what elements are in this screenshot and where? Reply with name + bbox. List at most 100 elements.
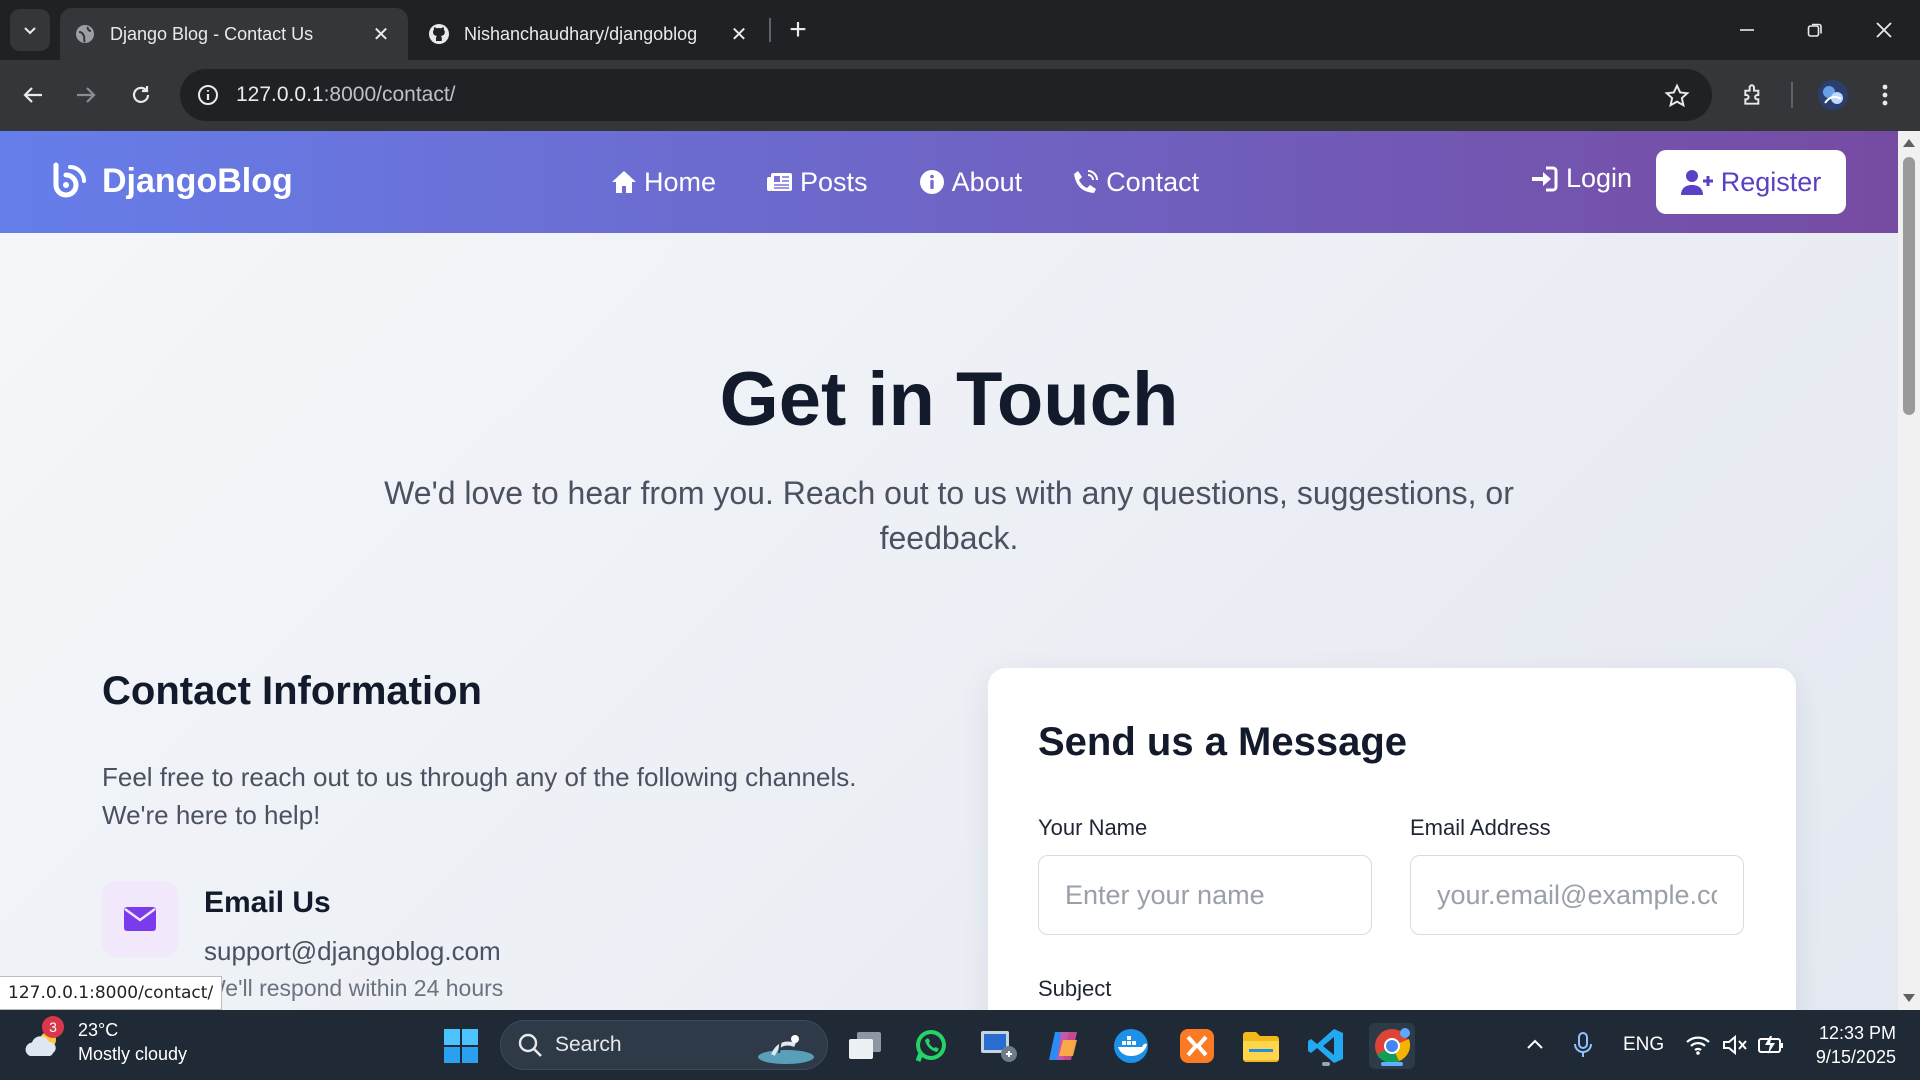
chrome-app[interactable]: [1369, 1023, 1415, 1069]
arrow-right-icon: [77, 87, 96, 103]
nav-posts[interactable]: Posts: [766, 167, 868, 198]
minimize-button[interactable]: [1713, 0, 1781, 60]
file-explorer-app[interactable]: [1238, 1023, 1284, 1069]
contact-form-card: Send us a Message Your Name Email Addres…: [988, 668, 1796, 1010]
xampp-icon: [1180, 1029, 1214, 1063]
volume-muted-icon: [1723, 1034, 1747, 1056]
profile-avatar[interactable]: [1812, 74, 1854, 116]
toolbar-separator: [1791, 82, 1793, 108]
brand-name: DjangoBlog: [102, 161, 293, 200]
reload-button[interactable]: [120, 74, 162, 116]
page-subtitle: We'd love to hear from you. Reach out to…: [384, 475, 1514, 556]
tab-separator: [769, 18, 771, 42]
nav-contact[interactable]: Contact: [1072, 167, 1199, 198]
nav-posts-label: Posts: [800, 166, 868, 197]
tab-github-repo[interactable]: Nishanchaudhary/djangoblog ✕: [414, 8, 766, 60]
microphone-icon: [1574, 1032, 1592, 1057]
more-vertical-icon: [1882, 84, 1888, 106]
github-icon: [429, 24, 449, 44]
page-scrollbar[interactable]: [1898, 131, 1920, 1010]
user-plus-icon: [1680, 170, 1713, 195]
copilot-app[interactable]: [1041, 1023, 1087, 1069]
main-nav: Home Posts About Contact: [610, 131, 1249, 233]
envelope-icon: [124, 907, 156, 931]
site-info-icon[interactable]: [192, 79, 224, 111]
tab-strip: Django Blog - Contact Us ✕ Nishanchaudha…: [0, 0, 1920, 60]
forward-button[interactable]: [65, 74, 107, 116]
task-view-app[interactable]: [842, 1023, 888, 1069]
nav-about-label: About: [951, 166, 1023, 197]
name-input[interactable]: [1038, 855, 1372, 935]
extensions-button[interactable]: [1733, 74, 1775, 116]
chrome-icon: [1375, 1028, 1411, 1063]
blogger-icon: [53, 162, 86, 198]
phone-volume-icon: [1074, 170, 1099, 193]
tab-django-blog-contact[interactable]: Django Blog - Contact Us ✕: [60, 8, 408, 60]
email-input[interactable]: [1410, 855, 1744, 935]
contact-info-title: Contact Information: [102, 669, 482, 713]
newspaper-icon: [767, 173, 793, 191]
windows-start-icon[interactable]: [444, 1029, 478, 1063]
close-icon[interactable]: ✕: [726, 21, 752, 47]
network-button[interactable]: [1685, 1010, 1711, 1080]
email-icon-box: [102, 881, 178, 957]
bookmark-star-icon[interactable]: [1662, 81, 1692, 111]
search-label: Search: [555, 1033, 622, 1056]
url-host: 127.0.0.1: [236, 83, 324, 106]
restore-button[interactable]: [1781, 0, 1849, 60]
login-label: Login: [1566, 163, 1633, 193]
tab-search-button[interactable]: [10, 9, 50, 51]
language-label: ENG: [1623, 1034, 1665, 1055]
taskbar-search[interactable]: Search: [500, 1020, 828, 1070]
clock-time: 12:33 PM: [1818, 1023, 1896, 1043]
remote-desktop-app[interactable]: [975, 1023, 1021, 1069]
battery-button[interactable]: [1757, 1010, 1785, 1080]
weather-widget[interactable]: 3 23°C Mostly cloudy: [22, 1016, 187, 1066]
subject-label: Subject: [1038, 976, 1112, 1001]
cloud-icon: 3: [22, 1016, 66, 1064]
reload-icon: [132, 86, 150, 103]
link-status-bubble: 127.0.0.1:8000/contact/: [0, 976, 223, 1010]
nav-about[interactable]: About: [918, 166, 1023, 198]
taskbar: 3 23°C Mostly cloudy Search ENG 12:33 PM…: [0, 1010, 1920, 1080]
puzzle-icon: [1744, 84, 1760, 105]
language-indicator[interactable]: ENG: [1623, 1010, 1664, 1080]
close-window-button[interactable]: [1850, 0, 1918, 60]
microphone-button[interactable]: [1573, 1010, 1593, 1080]
support-email[interactable]: support@djangoblog.com: [204, 936, 501, 967]
nav-home[interactable]: Home: [610, 167, 716, 198]
globe-icon: [76, 25, 94, 43]
info-circle-icon: [919, 170, 944, 194]
taskbar-clock[interactable]: 12:33 PM 9/15/2025: [1800, 1021, 1896, 1069]
brand-link[interactable]: DjangoBlog: [50, 161, 293, 201]
email-us-title: Email Us: [204, 886, 331, 919]
vscode-app[interactable]: [1303, 1023, 1349, 1069]
browser-menu-button[interactable]: [1864, 74, 1906, 116]
register-button[interactable]: Register: [1656, 150, 1846, 214]
scroll-down-arrow[interactable]: [1903, 994, 1915, 1002]
volume-button[interactable]: [1722, 1010, 1748, 1080]
battery-charging-icon: [1758, 1036, 1783, 1054]
xampp-app[interactable]: [1174, 1023, 1220, 1069]
response-time-note: We'll respond within 24 hours: [204, 975, 504, 1001]
running-indicator: [1322, 1062, 1330, 1066]
scroll-up-arrow[interactable]: [1903, 139, 1915, 147]
docker-app[interactable]: [1108, 1023, 1154, 1069]
login-link[interactable]: Login: [1530, 163, 1632, 194]
temperature: 23°C: [78, 1020, 119, 1040]
address-bar[interactable]: 127.0.0.1:8000/contact/: [180, 69, 1712, 121]
site-navbar: DjangoBlog Home Posts About Contact Logi…: [0, 131, 1898, 233]
back-button[interactable]: [12, 74, 54, 116]
arrow-left-icon: [23, 87, 42, 103]
close-icon[interactable]: ✕: [368, 21, 394, 47]
new-tab-button[interactable]: +: [780, 12, 816, 48]
whatsapp-app[interactable]: [908, 1023, 954, 1069]
weather-badge: 3: [42, 1016, 64, 1038]
vscode-icon: [1308, 1029, 1343, 1063]
chevron-up-icon: [1527, 1039, 1543, 1049]
scrollbar-thumb[interactable]: [1903, 157, 1915, 415]
show-hidden-icons-button[interactable]: [1525, 1010, 1545, 1080]
active-indicator: [1381, 1062, 1403, 1066]
url-path: :8000/contact/: [323, 83, 456, 106]
sign-in-icon: [1532, 166, 1558, 191]
